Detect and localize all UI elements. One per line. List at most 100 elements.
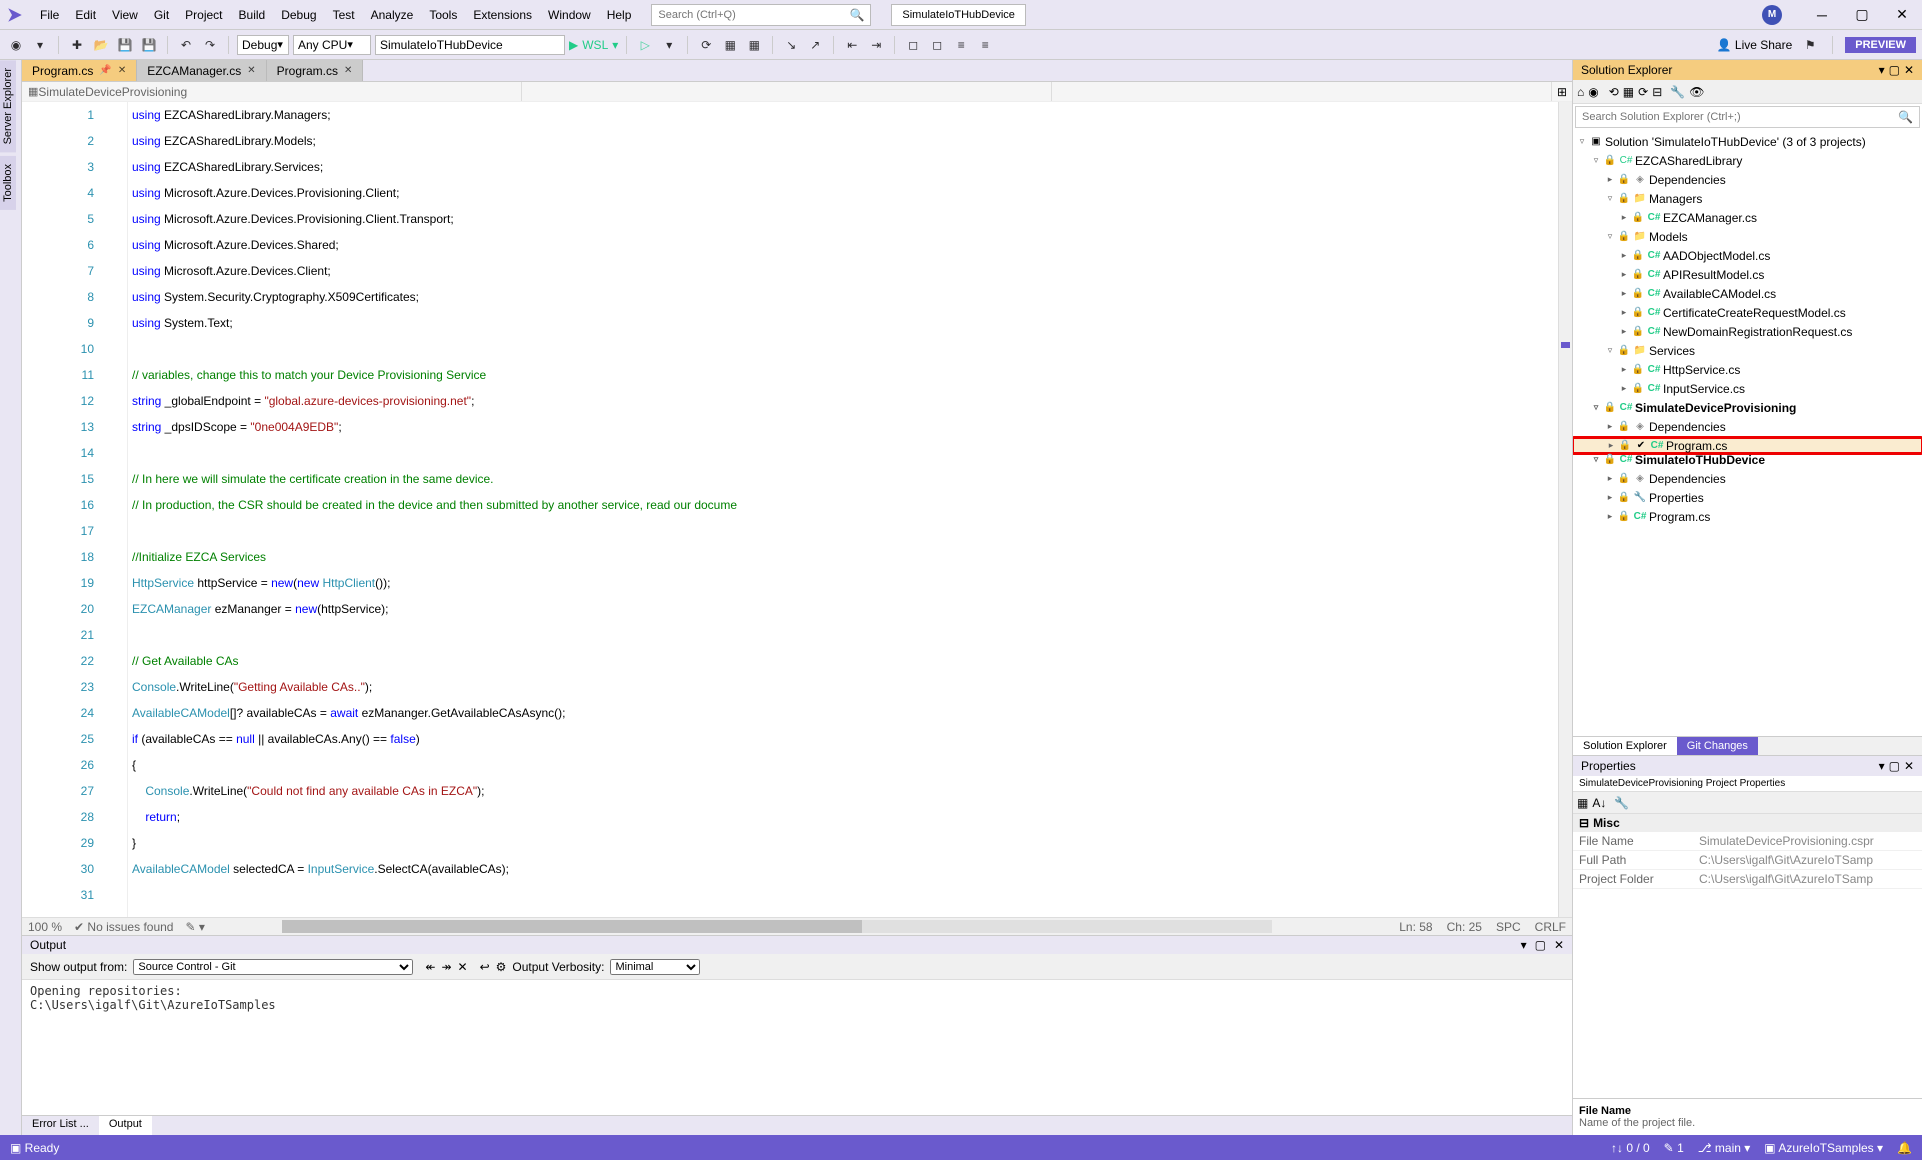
maximize-button[interactable]: ▢ xyxy=(1842,0,1882,29)
step2-icon[interactable]: ↗ xyxy=(805,35,825,55)
tree-item-models[interactable]: ▿🔒📁 Models xyxy=(1573,227,1922,246)
se-collapse-icon[interactable]: ⊟ xyxy=(1652,85,1662,99)
tree-item-properties[interactable]: ▸🔒🔧 Properties xyxy=(1573,488,1922,507)
nav-scope-dropdown[interactable]: ▦ SimulateDeviceProvisioning xyxy=(22,82,522,101)
nav-class-dropdown[interactable] xyxy=(522,82,1052,101)
close-icon[interactable]: ✕ xyxy=(344,65,352,76)
status-changes[interactable]: ✎ 1 xyxy=(1664,1141,1684,1155)
tree-item-inputservice-cs[interactable]: ▸🔒C# InputService.cs xyxy=(1573,379,1922,398)
outdent-icon[interactable]: ⇤ xyxy=(842,35,862,55)
output-tab[interactable]: Output xyxy=(99,1116,152,1135)
solution-name[interactable]: SimulateIoTHubDevice xyxy=(891,4,1026,26)
run-button[interactable]: ▶ WSL ▾ xyxy=(569,38,618,52)
se-search[interactable]: 🔍 xyxy=(1575,106,1920,128)
props-aux-icon[interactable]: ▾ xyxy=(1879,759,1885,773)
properties-subject[interactable]: SimulateDeviceProvisioning Project Prope… xyxy=(1573,776,1922,792)
line-ending[interactable]: CRLF xyxy=(1535,920,1566,934)
menu-extensions[interactable]: Extensions xyxy=(465,0,540,29)
menu-tools[interactable]: Tools xyxy=(421,0,465,29)
se-sync-icon[interactable]: ⟲ xyxy=(1609,85,1619,99)
menu-build[interactable]: Build xyxy=(231,0,274,29)
issues-indicator[interactable]: ✔ No issues found xyxy=(74,920,173,934)
close-icon[interactable]: ✕ xyxy=(247,65,255,76)
code-content[interactable]: using EZCASharedLibrary.Managers;using E… xyxy=(128,102,1558,917)
se-maximize-icon[interactable]: ▢ xyxy=(1889,63,1900,77)
start-no-debug-icon[interactable]: ▷ xyxy=(635,35,655,55)
output-source-dropdown[interactable]: Source Control - Git xyxy=(133,959,413,975)
tree-item-managers[interactable]: ▿🔒📁 Managers xyxy=(1573,189,1922,208)
menu-git[interactable]: Git xyxy=(146,0,177,29)
bookmark2-icon[interactable]: ◻ xyxy=(927,35,947,55)
tree-item-dependencies[interactable]: ▸🔒◈ Dependencies xyxy=(1573,170,1922,189)
minimize-button[interactable]: ─ xyxy=(1802,0,1842,29)
outline-margin[interactable] xyxy=(112,102,128,917)
error-list-tab[interactable]: Error List ... xyxy=(22,1116,99,1135)
tree-item-program-cs[interactable]: ▸🔒C# Program.cs xyxy=(1573,507,1922,526)
menu-help[interactable]: Help xyxy=(599,0,640,29)
status-notification-icon[interactable]: 🔔 xyxy=(1897,1141,1912,1155)
browser-link-icon[interactable]: ⟳ xyxy=(696,35,716,55)
tree-item-ezcasharedlibrary[interactable]: ▿🔒C# EZCASharedLibrary xyxy=(1573,151,1922,170)
server-explorer-tab[interactable]: Server Explorer xyxy=(0,60,16,152)
status-branch[interactable]: ⎇ main ▾ xyxy=(1698,1141,1751,1155)
config-dropdown[interactable]: Debug ▾ xyxy=(237,35,289,55)
feedback-icon[interactable]: ⚑ xyxy=(1800,35,1820,55)
step-icon[interactable]: ↘ xyxy=(781,35,801,55)
menu-project[interactable]: Project xyxy=(177,0,230,29)
tree-item-httpservice-cs[interactable]: ▸🔒C# HttpService.cs xyxy=(1573,360,1922,379)
code-editor[interactable]: 1234567891011121314151617181920212223242… xyxy=(22,102,1572,917)
uncomment-icon[interactable]: ≡ xyxy=(975,35,995,55)
doc-tab-0[interactable]: Program.cs📌✕ xyxy=(22,60,137,81)
menu-view[interactable]: View xyxy=(104,0,146,29)
platform-dropdown[interactable]: Any CPU ▾ xyxy=(293,35,371,55)
indent-mode[interactable]: SPC xyxy=(1496,920,1521,934)
se-switch-icon[interactable]: ◉ xyxy=(1588,85,1598,99)
tree-solution-root[interactable]: ▿▣ Solution 'SimulateIoTHubDevice' (3 of… xyxy=(1573,132,1922,151)
se-search-input[interactable] xyxy=(1582,111,1898,123)
close-icon[interactable]: ✕ xyxy=(118,65,126,76)
bookmark-icon[interactable]: ◻ xyxy=(903,35,923,55)
ext1-icon[interactable]: ▾ xyxy=(659,35,679,55)
nav-member-dropdown[interactable] xyxy=(1052,82,1552,101)
output-clear-icon[interactable]: ✕ xyxy=(458,960,468,974)
menu-file[interactable]: File xyxy=(32,0,67,29)
tree-item-simulatedeviceprovisioning[interactable]: ▿🔒C# SimulateDeviceProvisioning xyxy=(1573,398,1922,417)
close-button[interactable]: ✕ xyxy=(1882,0,1922,29)
new-item-icon[interactable]: ✚ xyxy=(67,35,87,55)
pin-icon[interactable]: 📌 xyxy=(99,65,111,76)
props-row-project-folder[interactable]: Project FolderC:\Users\igalf\Git\AzureIo… xyxy=(1573,870,1922,889)
output-next-icon[interactable]: ↠ xyxy=(441,960,451,974)
preview-button[interactable]: PREVIEW xyxy=(1845,37,1916,53)
save-icon[interactable]: 💾 xyxy=(115,35,135,55)
tree-item-ezcamanager-cs[interactable]: ▸🔒C# EZCAManager.cs xyxy=(1573,208,1922,227)
split-icon[interactable]: ⊞ xyxy=(1552,82,1572,101)
menu-analyze[interactable]: Analyze xyxy=(363,0,422,29)
solution-tree[interactable]: ▿▣ Solution 'SimulateIoTHubDevice' (3 of… xyxy=(1573,130,1922,736)
horizontal-scrollbar[interactable] xyxy=(282,920,1272,933)
tree-item-dependencies[interactable]: ▸🔒◈ Dependencies xyxy=(1573,469,1922,488)
doc-tab-2[interactable]: Program.cs✕ xyxy=(267,60,364,81)
se-preview-icon[interactable]: 👁 xyxy=(1689,85,1704,99)
tree-item-simulateiothubdevice[interactable]: ▿🔒C# SimulateIoTHubDevice xyxy=(1573,450,1922,469)
se-refresh-icon[interactable]: ⟳ xyxy=(1638,85,1648,99)
menu-debug[interactable]: Debug xyxy=(273,0,324,29)
status-sync[interactable]: ↑↓ 0 / 0 xyxy=(1611,1141,1650,1155)
se-tab[interactable]: Solution Explorer xyxy=(1573,737,1677,755)
props-az-icon[interactable]: A↓ xyxy=(1592,796,1606,810)
props-cat-icon[interactable]: ▦ xyxy=(1577,796,1588,810)
se-close-icon[interactable]: ✕ xyxy=(1904,63,1914,77)
props-row-file-name[interactable]: File NameSimulateDeviceProvisioning.cspr xyxy=(1573,832,1922,851)
doc-tab-1[interactable]: EZCAManager.cs✕ xyxy=(137,60,266,81)
comment-icon[interactable]: ≡ xyxy=(951,35,971,55)
output-pin-icon[interactable]: ▾ xyxy=(1521,938,1527,952)
props-close-icon[interactable]: ✕ xyxy=(1904,759,1914,773)
redo-icon[interactable]: ↷ xyxy=(200,35,220,55)
health-icon[interactable]: ✎ ▾ xyxy=(185,920,204,934)
undo-icon[interactable]: ↶ xyxy=(176,35,196,55)
output-prev-icon[interactable]: ↞ xyxy=(425,960,435,974)
live-share-button[interactable]: 👤 Live Share xyxy=(1717,38,1793,52)
git-changes-tab[interactable]: Git Changes xyxy=(1677,737,1758,755)
output-text[interactable]: Opening repositories: C:\Users\igalf\Git… xyxy=(22,980,1572,1115)
se-properties-icon[interactable]: 🔧 xyxy=(1670,85,1685,99)
props-row-full-path[interactable]: Full PathC:\Users\igalf\Git\AzureIoTSamp xyxy=(1573,851,1922,870)
